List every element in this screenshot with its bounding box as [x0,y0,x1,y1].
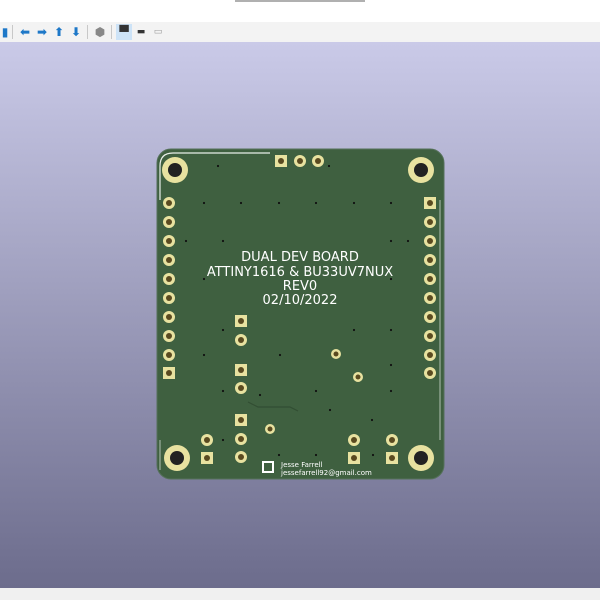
drill-hole [238,454,244,460]
via [370,418,374,422]
arrow-right-icon[interactable]: ➡ [34,24,50,40]
drill-hole [166,314,172,320]
via [389,328,393,332]
drill-hole [355,374,361,380]
drill-hole [166,257,172,263]
drill-hole [166,219,172,225]
drill-hole [166,352,172,358]
via [277,453,281,457]
via [314,201,318,205]
via [389,389,393,393]
author-name: Jesse Farrell [280,461,323,469]
drill-hole [427,200,433,206]
via [202,277,206,281]
status-bar [0,588,600,600]
drill-hole [238,385,244,391]
drill-hole [351,455,357,461]
drill-hole [166,276,172,282]
author-email: jessefarrell92@gmail.com [280,469,372,477]
drill-hole [166,295,172,301]
mounting-hole-drill [168,163,182,177]
drill-hole [238,367,244,373]
drill-hole [427,238,433,244]
title-bar-handle [235,0,365,2]
via [389,363,393,367]
via [216,164,220,168]
via [202,353,206,357]
via [371,453,375,457]
drill-hole [427,333,433,339]
3d-viewport[interactable]: DUAL DEV BOARD ATTINY1616 & BU33UV7NUX R… [0,42,600,588]
drill-hole [427,276,433,282]
drill-hole [238,436,244,442]
drill-hole [278,158,284,164]
silk-line-2: ATTINY1616 & BU33UV7NUX [207,265,393,280]
toolbar-separator [12,25,13,39]
render-icon[interactable]: ▮ [1,24,9,40]
toolbar: ▮ ⬅ ➡ ⬆ ⬇ ⬢ ▀ ▬ ▭ [0,22,600,43]
via [202,201,206,205]
via [352,201,356,205]
drill-hole [389,437,395,443]
bottom-view-icon[interactable]: ▬ [133,24,149,40]
drill-hole [166,370,172,376]
drill-hole [238,417,244,423]
drill-hole [427,295,433,301]
drill-hole [427,219,433,225]
via [221,389,225,393]
drill-hole [389,455,395,461]
drill-hole [427,257,433,263]
pcb-board [156,148,445,480]
via [389,239,393,243]
via [328,408,332,412]
title-bar [0,0,600,22]
silk-line-1: DUAL DEV BOARD [241,250,359,265]
arrow-left-icon[interactable]: ⬅ [17,24,33,40]
drill-hole [427,314,433,320]
via [221,239,225,243]
drill-hole [166,333,172,339]
via [314,389,318,393]
via [239,201,243,205]
drill-hole [166,200,172,206]
via [389,201,393,205]
drill-hole [427,370,433,376]
silk-line-3: REV0 [283,279,317,294]
drill-hole [297,158,303,164]
drill-hole [238,318,244,324]
arrow-down-icon[interactable]: ⬇ [68,24,84,40]
via [258,393,262,397]
via [221,328,225,332]
via [278,353,282,357]
toolbar-separator [87,25,88,39]
arrow-up-icon[interactable]: ⬆ [51,24,67,40]
drill-hole [204,455,210,461]
via [314,453,318,457]
via [221,438,225,442]
via [277,201,281,205]
3d-box-icon[interactable]: ⬢ [92,24,108,40]
drill-hole [351,437,357,443]
drill-hole [238,337,244,343]
via [327,164,331,168]
via [184,239,188,243]
toolbar-separator [111,25,112,39]
drill-hole [166,238,172,244]
top-view-icon[interactable]: ▀ [116,24,132,40]
qr-logo-inner [264,463,272,471]
mounting-hole-drill [414,451,428,465]
drill-hole [267,426,273,432]
via [406,239,410,243]
mounting-hole-drill [414,163,428,177]
mounting-hole-drill [170,451,184,465]
drill-hole [204,437,210,443]
pcb-render: DUAL DEV BOARD ATTINY1616 & BU33UV7NUX R… [156,148,445,480]
via [352,328,356,332]
drill-hole [333,351,339,357]
drill-hole [315,158,321,164]
grid-view-icon[interactable]: ▭ [150,24,166,40]
silk-line-4: 02/10/2022 [263,293,338,308]
drill-hole [427,352,433,358]
